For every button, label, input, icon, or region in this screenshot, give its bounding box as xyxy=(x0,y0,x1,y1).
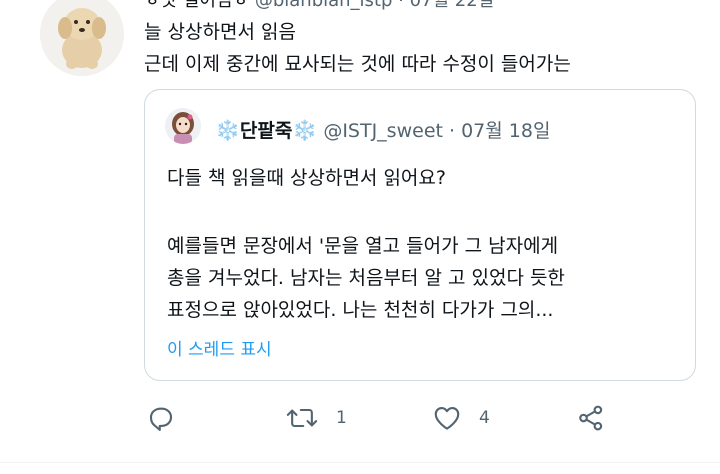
retweet-count: 1 xyxy=(336,408,347,428)
quoted-author-name[interactable]: 단팥죽 xyxy=(240,120,292,142)
retweet-icon xyxy=(286,403,318,433)
retweet-button[interactable]: 1 xyxy=(286,403,347,433)
heart-icon xyxy=(431,403,463,433)
quoted-tweet-header: ❄️단팥죽❄️ @ISTJ_sweet · 07월 18일 xyxy=(215,116,550,143)
snowflake-icon: ❄️ xyxy=(292,118,318,142)
quoted-text-line-4: 표정으로 앉아있었다. 나는 천천히 다가가 그의... xyxy=(167,299,554,321)
quoted-text-line-2: 예를들면 문장에서 '문을 열고 들어가 그 남자에게 xyxy=(167,235,559,257)
tweet-actions-bar: 1 4 xyxy=(0,395,720,445)
like-count: 4 xyxy=(479,408,490,428)
tweet-text-line-1: 늘 상상하면서 읽음 xyxy=(144,21,296,43)
tweet-text-line-2: 근데 이제 중간에 묘사되는 것에 따라 수정이 들어가는 xyxy=(144,53,571,75)
quoted-tweet-card[interactable]: ❄️단팥죽❄️ @ISTJ_sweet · 07월 18일 다들 책 읽을때 상… xyxy=(144,89,696,381)
share-icon xyxy=(576,403,606,433)
like-button[interactable]: 4 xyxy=(431,403,490,433)
quoted-text-line-1: 다들 책 읽을때 상상하면서 읽어요? xyxy=(167,167,446,189)
quoted-tweet-date[interactable]: 07월 18일 xyxy=(461,120,550,142)
tweet-header: ㅎ낫 일어밈ㅎ @blahblah_istp · 07월 22일 xyxy=(144,0,494,12)
share-button[interactable] xyxy=(576,403,606,433)
author-name[interactable]: ㅎ낫 일어밈ㅎ xyxy=(144,0,249,11)
quoted-author-avatar[interactable] xyxy=(165,108,201,144)
author-avatar[interactable] xyxy=(40,0,124,76)
reply-button[interactable] xyxy=(146,403,176,433)
reply-icon xyxy=(146,403,176,433)
separator-dot: · xyxy=(449,120,456,142)
quoted-author-handle[interactable]: @ISTJ_sweet xyxy=(323,120,443,142)
snowflake-icon: ❄️ xyxy=(215,118,240,142)
tweet-divider xyxy=(0,462,720,463)
quoted-text-line-3: 총을 겨누었다. 남자는 처음부터 알 고 있었다 듯한 xyxy=(167,267,565,289)
show-thread-link[interactable]: 이 스레드 표시 xyxy=(167,335,272,360)
author-handle[interactable]: @blahblah_istp · 07월 22일 xyxy=(255,0,494,11)
